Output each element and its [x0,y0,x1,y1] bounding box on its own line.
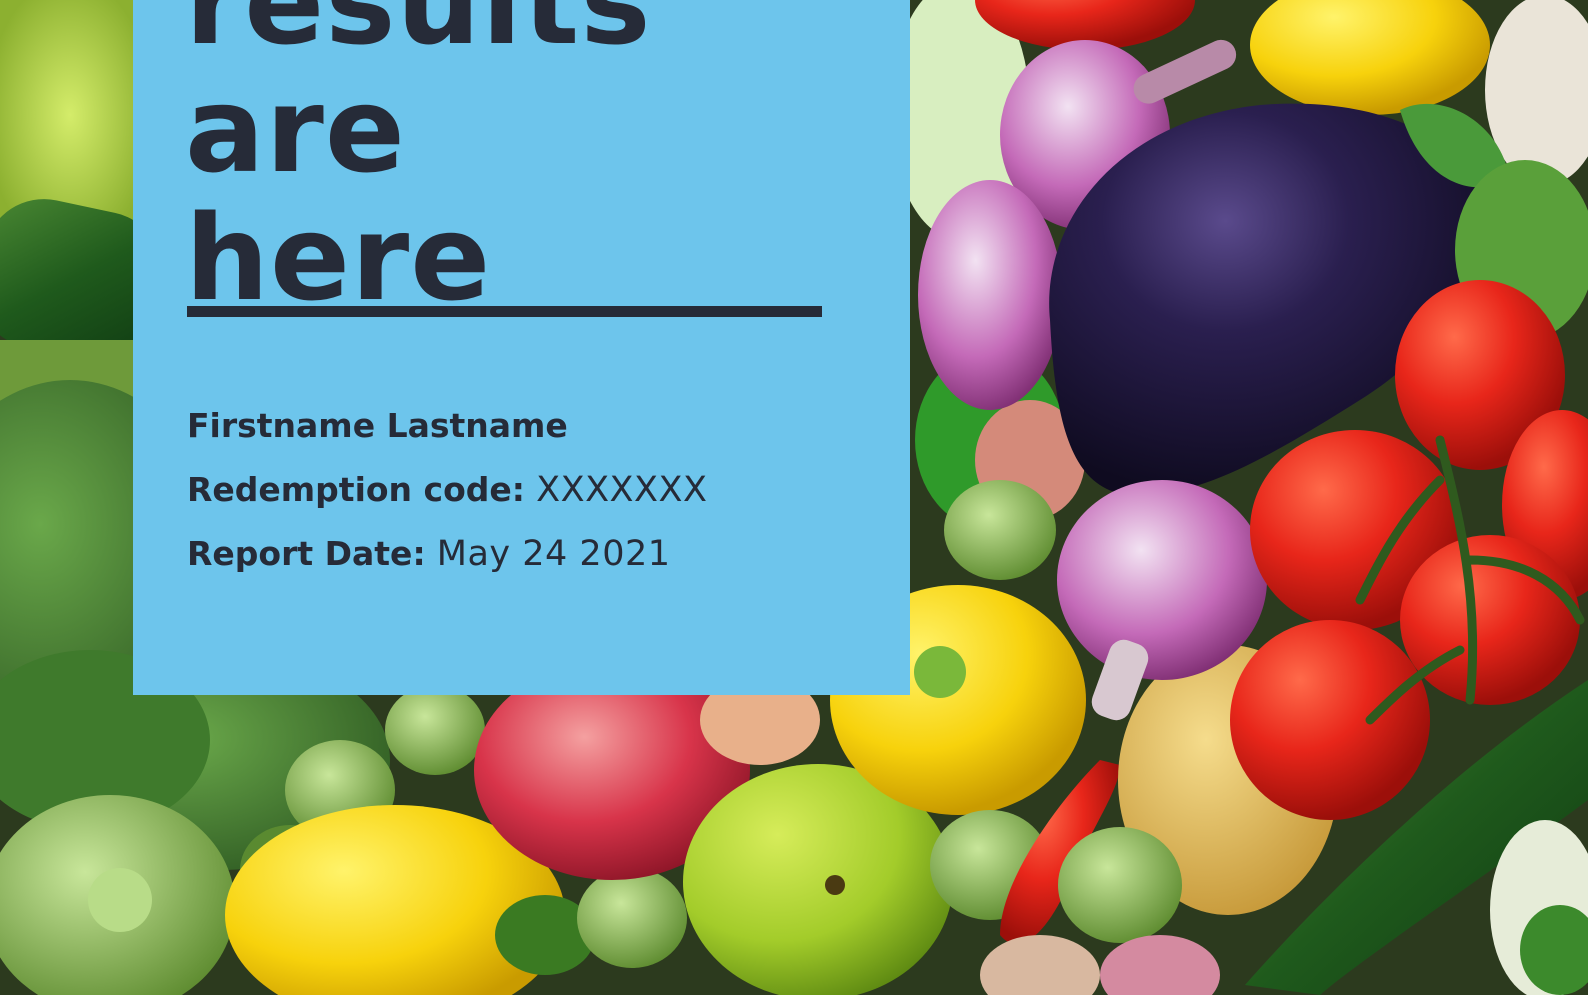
recipient-name-row: Firstname Lastname [187,404,707,468]
report-date-row: Report Date: May 24 2021 [187,532,707,596]
divider-bar [187,306,822,317]
report-date-label: Report Date: [187,534,426,573]
headline-line-1: results are [185,0,652,199]
redemption-code-row: Redemption code: XXXXXXX [187,468,707,532]
report-date-value: May 24 2021 [436,534,671,574]
results-headline: results are here [185,0,910,322]
recipient-details: Firstname Lastname Redemption code: XXXX… [187,404,707,596]
recipient-name: Firstname Lastname [187,406,568,445]
redemption-code-value: XXXXXXX [536,470,708,510]
results-card: results are here Firstname Lastname Rede… [133,0,910,695]
redemption-code-label: Redemption code: [187,470,525,509]
